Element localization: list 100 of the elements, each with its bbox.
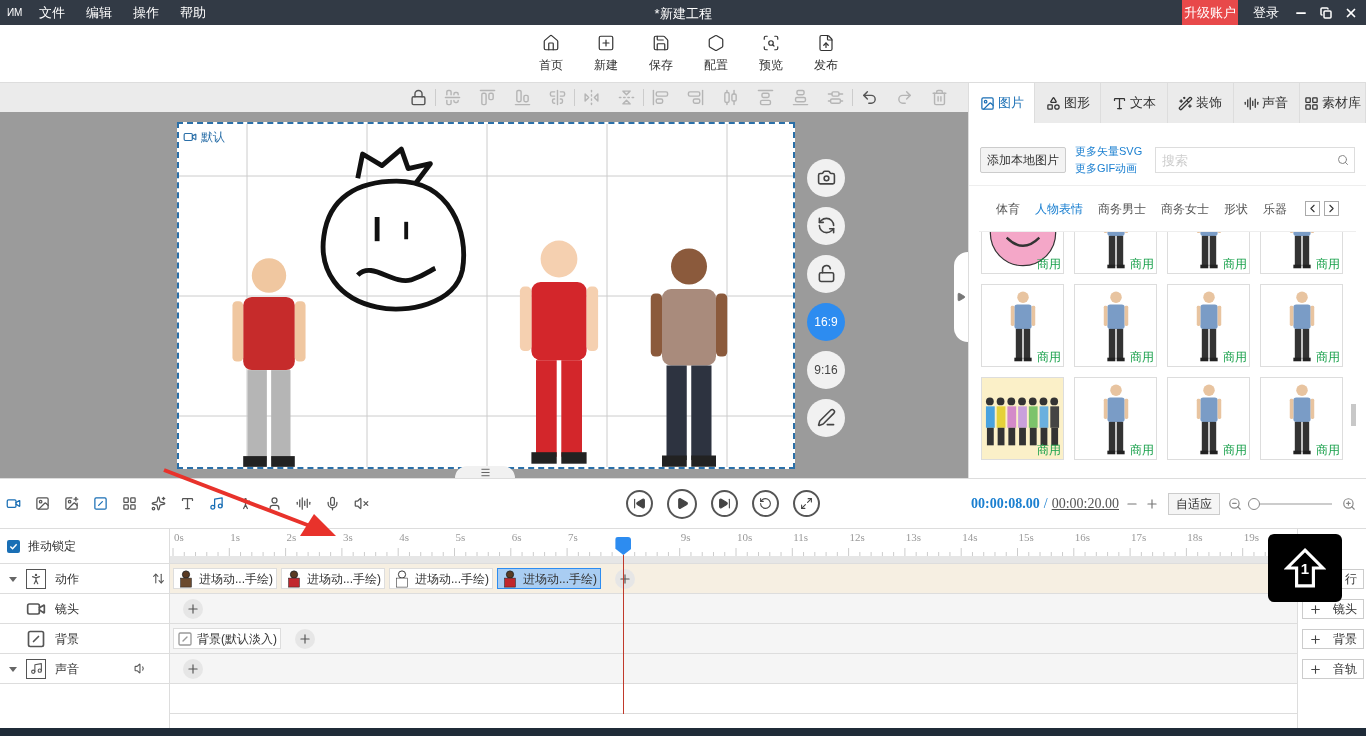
stage-tool-button[interactable] bbox=[807, 158, 845, 197]
playhead-handle[interactable] bbox=[615, 537, 632, 555]
image-thumbnail[interactable]: 商用 bbox=[1167, 284, 1250, 367]
add-clip-button[interactable] bbox=[183, 658, 203, 679]
add-track-button[interactable]: 音轨 bbox=[1302, 659, 1364, 679]
upgrade-button[interactable]: 升级账户 bbox=[1182, 0, 1238, 25]
mute-icon[interactable] bbox=[354, 496, 369, 511]
category-tab[interactable]: 商务女士 bbox=[1161, 199, 1209, 218]
panel-tab[interactable]: 文本 bbox=[1101, 83, 1168, 123]
resize-icon[interactable] bbox=[152, 572, 165, 585]
menu-item[interactable]: 帮助 bbox=[180, 2, 207, 23]
zoom-in-icon[interactable] bbox=[1342, 496, 1356, 511]
timeline-clip[interactable]: 进场动...手绘) bbox=[173, 568, 277, 589]
image-thumbnail[interactable]: 商用 bbox=[1260, 232, 1343, 274]
up-arrow-icon bbox=[1284, 547, 1326, 589]
scrollbar-thumb[interactable] bbox=[1351, 404, 1356, 426]
volume-icon[interactable] bbox=[134, 662, 147, 675]
menu-item[interactable]: 操作 bbox=[133, 2, 160, 23]
timeline-clip[interactable]: 进场动...手绘) bbox=[497, 568, 601, 589]
fit-button[interactable]: 自适应 bbox=[1168, 492, 1220, 515]
more-link[interactable]: 更多矢量SVG bbox=[1075, 143, 1143, 160]
zoom-slider-thumb[interactable] bbox=[1248, 497, 1261, 510]
music-icon bbox=[26, 658, 46, 679]
stage-tool-button[interactable] bbox=[807, 254, 845, 293]
video-icon[interactable] bbox=[6, 496, 21, 511]
lock-icon[interactable] bbox=[410, 88, 427, 106]
panel-tab[interactable]: 素材库 bbox=[1299, 83, 1366, 123]
toolbar-button[interactable]: 发布 bbox=[809, 33, 842, 74]
previous-icon[interactable] bbox=[1305, 201, 1320, 216]
ruler-tick-label: 1s bbox=[230, 531, 241, 543]
add-clip-button[interactable] bbox=[615, 568, 635, 589]
grid-icon[interactable] bbox=[122, 496, 137, 511]
user-icon[interactable] bbox=[267, 496, 282, 511]
audio-icon[interactable] bbox=[296, 496, 311, 511]
image-thumbnail[interactable]: 商用 bbox=[1260, 377, 1343, 460]
undo-icon[interactable] bbox=[861, 88, 878, 106]
zoom-out-icon[interactable] bbox=[1228, 496, 1242, 511]
image-thumbnail[interactable]: 商用 bbox=[1074, 377, 1157, 460]
timeline-clip[interactable]: 背景(默认淡入) bbox=[173, 628, 281, 649]
panel-toggle[interactable] bbox=[954, 251, 968, 342]
expand-caret-icon[interactable] bbox=[9, 664, 17, 673]
panel-tab[interactable]: 图形 bbox=[1035, 83, 1102, 123]
add-image-icon[interactable] bbox=[64, 496, 79, 511]
category-tab[interactable]: 人物表情 bbox=[1035, 199, 1083, 218]
image-thumbnail[interactable]: 商用 bbox=[1167, 377, 1250, 460]
add-local-image-button[interactable]: 添加本地图片 bbox=[980, 147, 1066, 173]
category-tab[interactable]: 形状 bbox=[1224, 199, 1248, 218]
playback-button[interactable] bbox=[626, 490, 653, 517]
panel-tab[interactable]: 声音 bbox=[1233, 83, 1300, 123]
mic-icon[interactable] bbox=[325, 496, 340, 511]
character-icon bbox=[393, 569, 411, 588]
image-thumbnail[interactable]: 商用 bbox=[1260, 284, 1343, 367]
stage-tool-button[interactable] bbox=[807, 206, 845, 245]
menu-item[interactable]: 编辑 bbox=[86, 2, 113, 23]
login-button[interactable]: 登录 bbox=[1253, 2, 1279, 23]
playback-button[interactable] bbox=[793, 490, 820, 517]
ruler-tick-label: 6s bbox=[511, 531, 522, 543]
ruler-tick-label: 7s bbox=[568, 531, 578, 543]
category-tab[interactable]: 体育 bbox=[996, 199, 1020, 218]
toolbar-button[interactable]: 配置 bbox=[699, 33, 732, 74]
image-icon bbox=[979, 95, 995, 111]
playback-button[interactable] bbox=[752, 490, 779, 517]
add-track-button[interactable]: 背景 bbox=[1302, 629, 1364, 649]
aspect-ratio-button[interactable]: 9:16 bbox=[807, 350, 845, 389]
music-icon[interactable] bbox=[209, 496, 224, 511]
panel-tab[interactable]: 装饰 bbox=[1167, 83, 1234, 123]
category-tab[interactable]: 乐器 bbox=[1263, 199, 1287, 218]
image-thumbnail[interactable]: 商用 bbox=[1167, 232, 1250, 274]
search-icon[interactable] bbox=[1337, 154, 1349, 166]
toolbar-button[interactable]: 首页 bbox=[534, 33, 567, 74]
image-thumbnail[interactable]: 商用 bbox=[1074, 284, 1157, 367]
toolbar-button[interactable]: 保存 bbox=[644, 33, 677, 74]
restore-icon[interactable] bbox=[1320, 6, 1332, 19]
next-icon[interactable] bbox=[1324, 201, 1339, 216]
playback-button[interactable] bbox=[711, 490, 738, 517]
collapse-tab[interactable] bbox=[455, 466, 515, 478]
timeline-clip[interactable]: 进场动...手绘) bbox=[281, 568, 385, 589]
image-icon[interactable] bbox=[35, 496, 50, 511]
menu-item[interactable]: 文件 bbox=[39, 2, 66, 23]
more-link[interactable]: 更多GIF动画 bbox=[1075, 160, 1143, 177]
sparkle-icon[interactable] bbox=[151, 496, 166, 511]
image-thumbnail[interactable]: 商用 bbox=[981, 232, 1064, 274]
image-thumbnail[interactable]: 商用 bbox=[1074, 232, 1157, 274]
toolbar-button[interactable]: 预览 bbox=[754, 33, 787, 74]
add-clip-button[interactable] bbox=[183, 598, 203, 619]
plus-icon bbox=[186, 601, 200, 616]
playback-button[interactable] bbox=[667, 488, 697, 519]
category-tab[interactable]: 商务男士 bbox=[1098, 199, 1146, 218]
total-time[interactable]: 00:00:20.00 bbox=[1051, 493, 1119, 514]
panel-tab[interactable]: 图片 bbox=[969, 83, 1036, 123]
stage-tool-button[interactable] bbox=[807, 398, 845, 437]
add-clip-button[interactable] bbox=[295, 628, 315, 649]
expand-icon bbox=[956, 291, 966, 302]
timeline-clip[interactable]: 进场动...手绘) bbox=[389, 568, 493, 589]
toolbar-button[interactable]: 新建 bbox=[589, 33, 622, 74]
image-thumbnail[interactable]: 商用 bbox=[981, 284, 1064, 367]
text-icon[interactable] bbox=[180, 496, 195, 511]
lock-checkbox[interactable] bbox=[7, 539, 20, 553]
hatch-icon[interactable] bbox=[93, 496, 108, 511]
expand-caret-icon[interactable] bbox=[9, 574, 17, 583]
